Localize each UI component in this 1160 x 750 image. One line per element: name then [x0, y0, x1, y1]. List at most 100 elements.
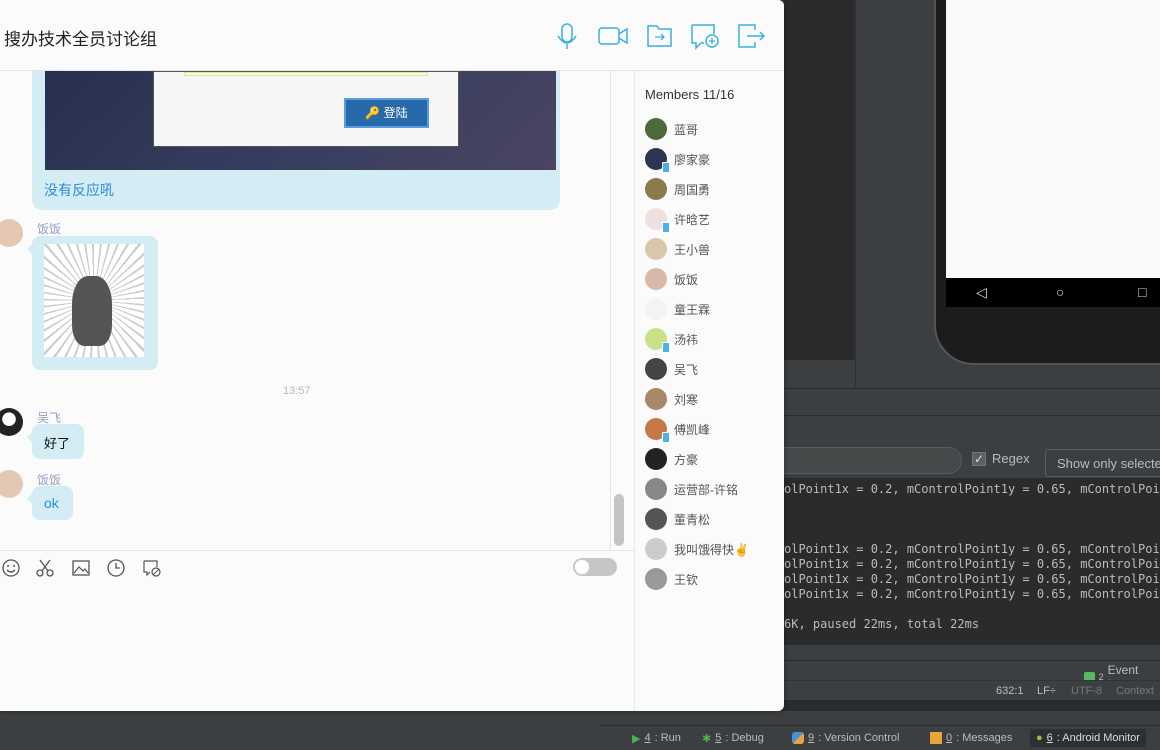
avatar[interactable] — [0, 219, 23, 247]
member-item[interactable]: 刘寒 — [645, 388, 698, 410]
member-item[interactable]: 我叫饿得快✌️ — [645, 538, 749, 560]
sticker-bubble — [27, 236, 158, 370]
sticker-image[interactable] — [44, 244, 144, 357]
chat-scrollbar[interactable] — [614, 494, 624, 546]
tool-window-tabs: ▶ 4: Run ✱ 5: Debug 9: Version Control 0: … — [600, 725, 1160, 750]
scissors-icon[interactable] — [35, 558, 55, 578]
login-label: 登陆 — [383, 106, 408, 120]
history-icon[interactable] — [106, 558, 126, 578]
context[interactable]: Context — [1116, 685, 1154, 697]
member-item[interactable]: 汤祎 — [645, 328, 699, 353]
regex-label: Regex — [992, 451, 1030, 466]
login-dialog-image: 🔑 登陆 — [153, 71, 459, 147]
log-line: olPoint1x = 0.2, mControlPoint1y = 0.65,… — [784, 587, 1160, 601]
log-line: olPoint1x = 0.2, mControlPoint1y = 0.65,… — [784, 542, 1160, 556]
chat-title: 搜办技术全员讨论组 — [4, 30, 157, 49]
status-bar: 632:1 LF÷ UTF-8 Context — [784, 680, 1160, 700]
tab-run[interactable]: ▶ 4: Run — [632, 729, 681, 747]
checkmark-icon: ✓ — [972, 451, 986, 466]
avatar[interactable] — [0, 470, 23, 498]
chat-header: 搜办技术全员讨论组 — [0, 0, 784, 71]
debug-icon: ✱ — [702, 732, 712, 745]
tab-number: 4 — [644, 732, 651, 744]
avatar — [645, 118, 667, 140]
member-item[interactable]: 廖家豪 — [645, 148, 711, 173]
cursor-position[interactable]: 632:1 — [996, 685, 1024, 697]
input-toolbar-divider — [0, 550, 634, 551]
microphone-icon[interactable] — [552, 22, 582, 50]
member-item[interactable]: 傅凯峰 — [645, 418, 710, 443]
avatar — [645, 538, 667, 560]
members-title: Members 11/16 — [645, 87, 735, 102]
member-item[interactable]: 运营部-许铭 — [645, 478, 738, 500]
avatar — [645, 568, 667, 590]
member-name: 王钦 — [674, 572, 699, 587]
exit-icon[interactable] — [737, 22, 767, 50]
member-name: 董青松 — [674, 512, 711, 527]
avatar[interactable] — [0, 408, 23, 436]
log-filter-select[interactable]: Show only selected — [1045, 449, 1160, 477]
toggle-knob[interactable] — [574, 559, 590, 575]
avatar — [645, 478, 667, 500]
avatar — [645, 508, 667, 530]
run-icon: ▶ — [632, 732, 641, 745]
tab-label: : Version Control — [818, 732, 900, 744]
member-item[interactable]: 蓝哥 — [645, 118, 698, 140]
emulator-screen[interactable] — [946, 0, 1160, 278]
sender-name: 饭饭 — [37, 222, 62, 236]
tab-number: 9 — [808, 732, 815, 744]
log-line: olPoint1x = 0.2, mControlPoint1y = 0.65,… — [784, 557, 1160, 571]
member-item[interactable]: 吴飞 — [645, 358, 698, 380]
login-button-image: 🔑 登陆 — [344, 98, 429, 128]
member-name: 童王霖 — [674, 302, 711, 317]
encoding[interactable]: UTF-8 — [1071, 685, 1102, 697]
image-icon[interactable] — [71, 558, 91, 578]
tab-number: 6 — [1046, 732, 1053, 744]
mobile-icon — [662, 162, 670, 173]
chat-window: 🔑 登陆 没有反应吼 饭饭 13:57 吴飞 好了 饭饭 ok 搜办技术全员讨论… — [0, 0, 784, 711]
mobile-icon — [662, 432, 670, 443]
member-name: 王小兽 — [674, 242, 711, 257]
member-name: 汤祎 — [674, 332, 699, 347]
member-name: 饭饭 — [674, 272, 699, 287]
recents-icon[interactable]: □ — [1138, 284, 1146, 300]
avatar — [645, 178, 667, 200]
file-transfer-icon[interactable] — [645, 22, 675, 50]
tab-label: : Debug — [725, 732, 764, 744]
message-settings-icon[interactable] — [142, 558, 162, 578]
avatar — [645, 268, 667, 290]
tab-number: 0 — [946, 732, 953, 744]
member-item[interactable]: 方豪 — [645, 448, 698, 470]
mobile-icon — [662, 342, 670, 353]
timestamp: 13:57 — [283, 385, 311, 397]
horizontal-scrollbar[interactable] — [600, 711, 1160, 725]
logcat-search-input[interactable] — [760, 447, 962, 474]
tab-messages[interactable]: 0: Messages — [930, 729, 1012, 747]
member-item[interactable]: 饭饭 — [645, 268, 698, 290]
logcat-output[interactable]: olPoint1x = 0.2, mControlPoint1y = 0.65,… — [784, 478, 1160, 645]
avatar — [645, 418, 670, 443]
emoji-icon[interactable] — [1, 558, 21, 578]
member-name: 廖家豪 — [674, 152, 711, 167]
back-icon[interactable]: ◁ — [976, 284, 987, 301]
member-item[interactable]: 童王霖 — [645, 298, 710, 320]
log-line: olPoint1x = 0.2, mControlPoint1y = 0.65,… — [784, 572, 1160, 586]
member-item[interactable]: 董青松 — [645, 508, 710, 530]
regex-checkbox[interactable]: ✓ Regex — [972, 451, 1030, 466]
message-bubble: 好了 — [27, 424, 84, 459]
member-name: 蓝哥 — [674, 122, 699, 137]
avatar — [645, 238, 667, 260]
tab-version-control[interactable]: 9: Version Control — [792, 729, 899, 747]
member-item[interactable]: 王钦 — [645, 568, 698, 590]
line-separator[interactable]: LF÷ — [1037, 685, 1056, 697]
member-item[interactable]: 王小兽 — [645, 238, 710, 260]
android-navbar: ◁ ○ □ — [946, 278, 1160, 307]
add-chat-icon[interactable] — [690, 22, 720, 50]
member-name: 许晗艺 — [674, 212, 711, 227]
tab-debug[interactable]: ✱ 5: Debug — [702, 729, 764, 747]
home-icon[interactable]: ○ — [1056, 284, 1064, 300]
video-icon[interactable] — [598, 22, 628, 50]
member-item[interactable]: 许晗艺 — [645, 208, 711, 233]
member-item[interactable]: 周国勇 — [645, 178, 710, 200]
tab-android-monitor[interactable]: ● 6: Android Monitor — [1030, 729, 1146, 747]
